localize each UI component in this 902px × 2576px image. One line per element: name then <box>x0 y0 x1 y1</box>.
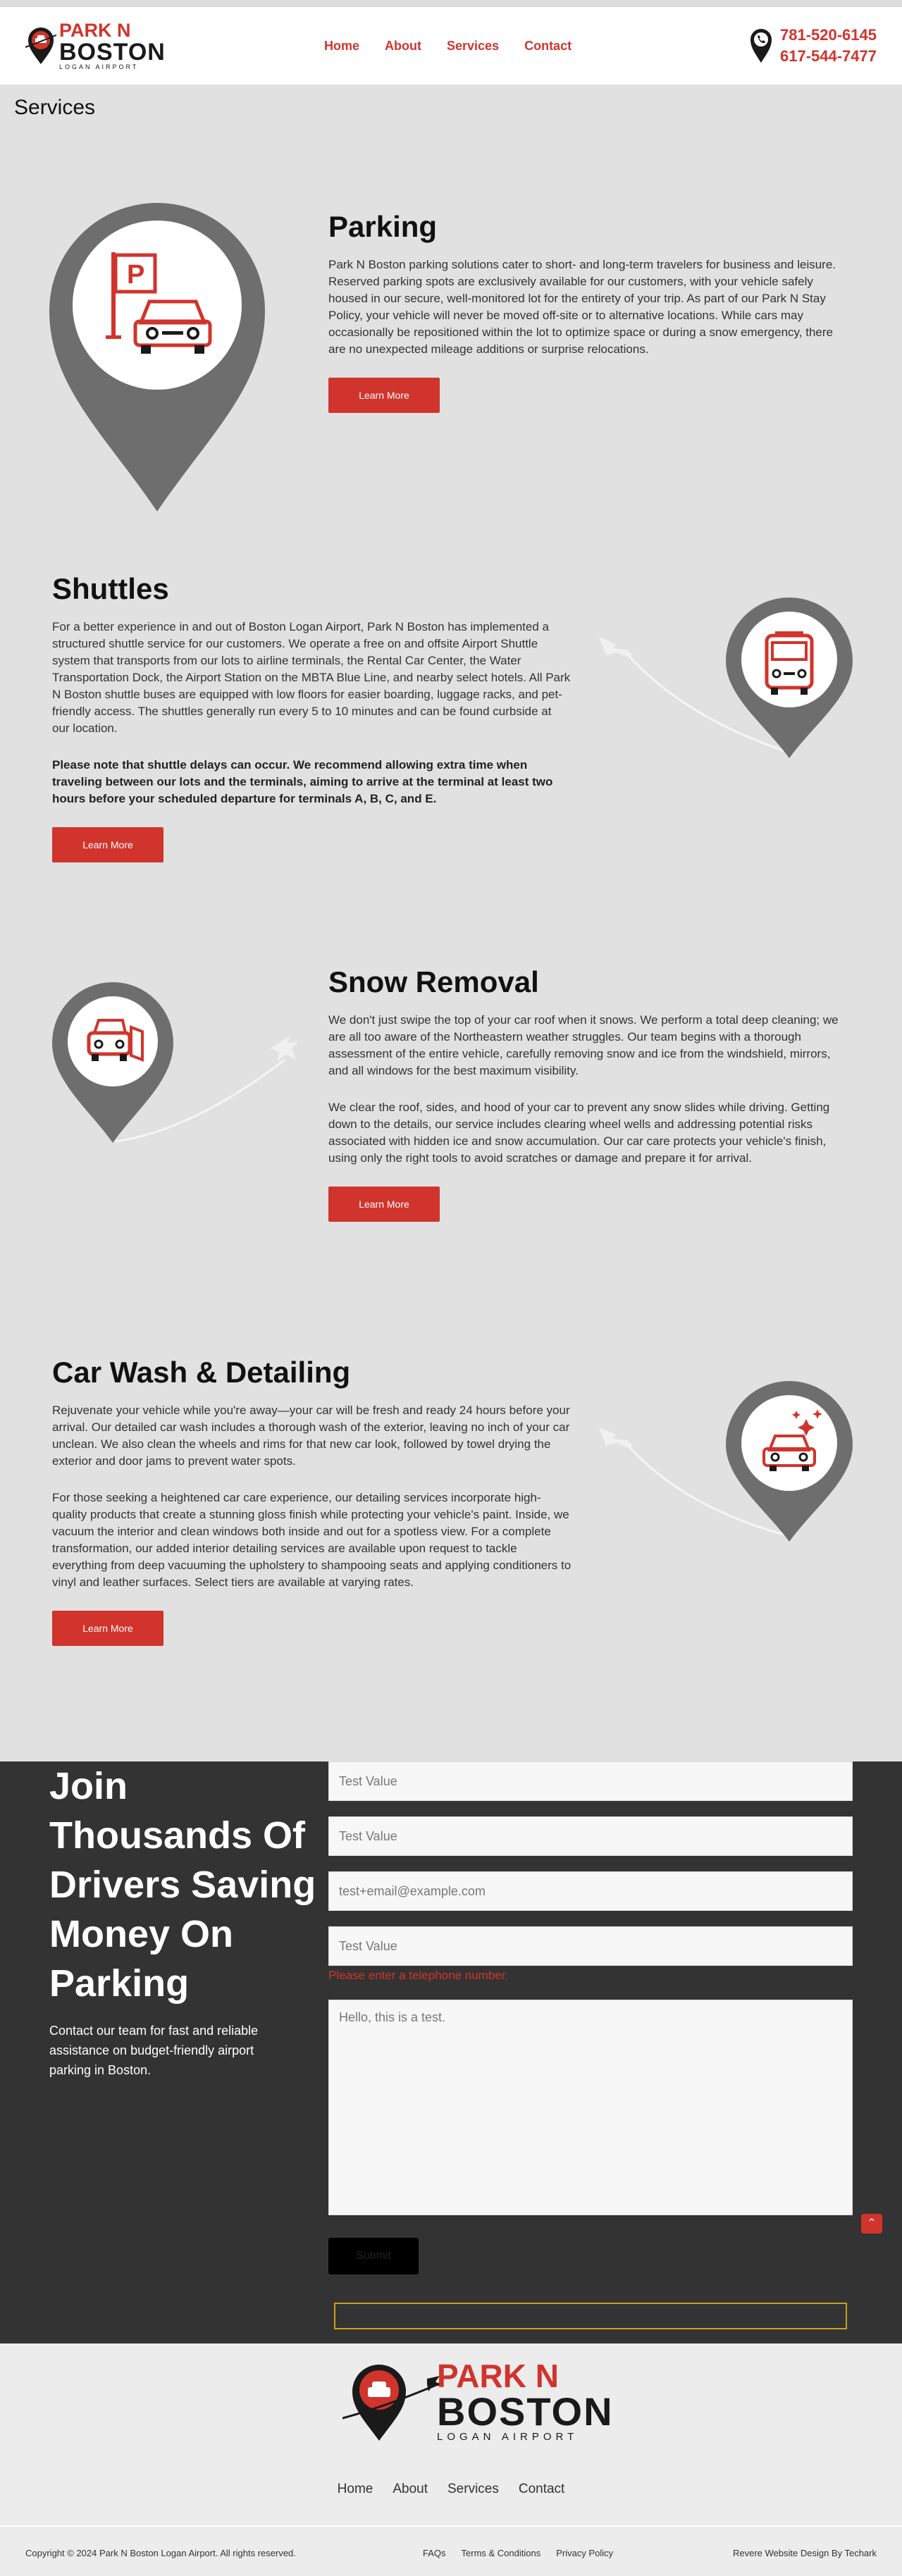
site-footer: PARK N BOSTON LOGAN AIRPORT Home About S… <box>0 2343 902 2576</box>
carwash-pin <box>585 1360 853 1547</box>
service-parking: P Parking Park N Boston parking solution… <box>0 125 902 576</box>
privacy-link[interactable]: Privacy Policy <box>556 2548 613 2558</box>
shuttles-paragraph-1: For a better experience in and out of Bo… <box>52 620 571 735</box>
footer-legal-links: FAQs Terms & Conditions Privacy Policy <box>423 2548 613 2558</box>
service-shuttles: Shuttles For a better experience in and … <box>0 572 902 968</box>
faqs-link[interactable]: FAQs <box>423 2548 446 2558</box>
first-name-field[interactable]: Test Value <box>328 1761 853 1801</box>
shuttles-paragraph-2: Please note that shuttle delays can occu… <box>52 758 553 805</box>
footer-divider <box>0 2525 902 2527</box>
pin-car-icon <box>342 2365 441 2441</box>
nav-contact[interactable]: Contact <box>524 39 572 54</box>
nav-about[interactable]: About <box>385 39 421 54</box>
svg-text:P: P <box>127 260 144 290</box>
snow-learn-more-button[interactable]: Learn More <box>328 1187 440 1222</box>
parking-title: Parking <box>328 210 438 243</box>
shuttles-title: Shuttles <box>52 572 169 605</box>
logo[interactable]: PARK N BOSTON LOGAN AIRPORT <box>25 21 166 70</box>
carwash-title: Car Wash & Detailing <box>52 1356 351 1389</box>
snow-plow-icon <box>52 982 299 1143</box>
phone-number-2[interactable]: 617-544-7477 <box>780 46 877 67</box>
parking-pin: P <box>49 203 265 515</box>
pin-car-icon <box>25 27 56 64</box>
parking-car-icon: P <box>49 203 265 512</box>
shuttles-pin <box>585 576 853 763</box>
phone-pin-icon <box>750 29 772 63</box>
chevron-up-icon: ⌃ <box>867 2217 877 2229</box>
design-credit[interactable]: Revere Website Design By Techark <box>733 2548 877 2558</box>
carwash-paragraph-2: For those seeking a heightened car care … <box>52 1491 572 1589</box>
shuttle-bus-icon <box>599 597 853 758</box>
terms-link[interactable]: Terms & Conditions <box>462 2548 541 2558</box>
footer-nav-services[interactable]: Services <box>447 2482 499 2497</box>
footer-nav-about[interactable]: About <box>393 2482 428 2497</box>
scroll-to-top-button[interactable]: ⌃ <box>861 2214 882 2234</box>
footer-logo-park: PARK N <box>437 2358 559 2394</box>
submit-button[interactable]: Submit <box>328 2238 419 2274</box>
phone-field[interactable]: Test Value <box>328 1926 853 1966</box>
phone-error-message: Please enter a telephone number. <box>328 1969 509 1982</box>
email-field[interactable]: test+email@example.com <box>328 1871 853 1911</box>
site-header: PARK N BOSTON LOGAN AIRPORT Home About S… <box>0 7 902 85</box>
parking-learn-more-button[interactable]: Learn More <box>328 378 440 413</box>
snow-paragraph-1: We don't just swipe the top of your car … <box>328 1013 839 1077</box>
captcha-box[interactable] <box>334 2303 847 2329</box>
logo-park-text: PARK N <box>59 20 131 41</box>
parking-paragraph: Park N Boston parking solutions cater to… <box>328 258 836 356</box>
shuttles-learn-more-button[interactable]: Learn More <box>52 827 163 862</box>
contact-form: Test Value Test Value test+email@example… <box>328 1761 853 2274</box>
page-title: Services <box>14 96 96 119</box>
nav-services[interactable]: Services <box>447 39 499 54</box>
contact-section: Join Thousands Of Drivers Saving Money O… <box>0 1761 902 2343</box>
footer-bottom-bar: Copyright © 2024 Park N Boston Logan Air… <box>25 2548 877 2558</box>
message-textarea[interactable]: Hello, this is a test. <box>328 2000 853 2215</box>
copyright-text: Copyright © 2024 Park N Boston Logan Air… <box>25 2548 296 2558</box>
snow-pin <box>52 968 320 1155</box>
last-name-field[interactable]: Test Value <box>328 1816 853 1856</box>
service-snow-removal: Snow Removal We don't just swipe the top… <box>0 965 902 1360</box>
nav-home[interactable]: Home <box>324 39 359 54</box>
contact-blurb: Contact our team for fast and reliable a… <box>49 2024 259 2077</box>
carwash-learn-more-button[interactable]: Learn More <box>52 1611 163 1646</box>
snow-title: Snow Removal <box>328 965 539 998</box>
phone-number-1[interactable]: 781-520-6145 <box>780 25 877 46</box>
footer-nav-home[interactable]: Home <box>338 2482 373 2497</box>
top-strip <box>0 0 902 7</box>
footer-nav-contact[interactable]: Contact <box>519 2482 564 2497</box>
logo-boston-text: BOSTON <box>59 39 166 66</box>
footer-logo-boston: BOSTON <box>437 2389 614 2434</box>
footer-nav: Home About Services Contact <box>0 2482 902 2497</box>
sparkling-car-icon <box>599 1381 853 1542</box>
main-nav: Home About Services Contact <box>324 7 572 85</box>
service-car-wash: Car Wash & Detailing Rejuvenate your veh… <box>0 1356 902 1761</box>
phone-block: 781-520-6145 617-544-7477 <box>749 25 877 67</box>
contact-heading: Join Thousands Of Drivers Saving Money O… <box>49 1765 316 2005</box>
snow-paragraph-2: We clear the roof, sides, and hood of yo… <box>328 1101 830 1165</box>
footer-logo[interactable]: PARK N BOSTON LOGAN AIRPORT <box>342 2358 614 2442</box>
carwash-paragraph-1: Rejuvenate your vehicle while you're awa… <box>52 1404 570 1468</box>
